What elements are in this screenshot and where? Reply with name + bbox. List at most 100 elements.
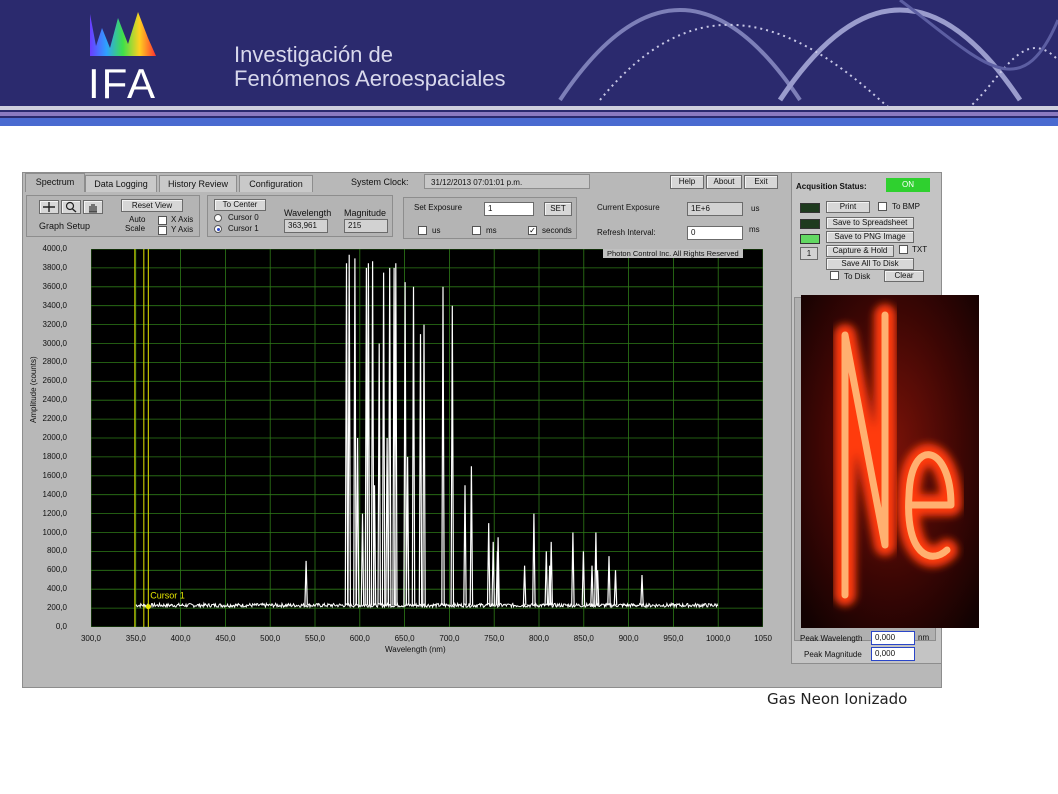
tab-configuration[interactable]: Configuration [239, 175, 313, 192]
exposure-panel: Set Exposure 1 SET us ms ✓ seconds [403, 197, 577, 239]
y-tick-label: 3800,0 [42, 262, 67, 272]
neon-sign-photo [801, 295, 979, 628]
set-exposure-input[interactable]: 1 [484, 202, 534, 216]
y-tick-label: 3600,0 [42, 281, 67, 291]
acquisition-status-indicator[interactable]: ON [886, 178, 930, 192]
x-tick-label: 700,0 [439, 634, 460, 643]
to-disk-checkbox[interactable] [830, 271, 839, 280]
y-axis-label: Y Axis [171, 225, 194, 234]
zoom-icon[interactable] [61, 200, 81, 214]
x-tick-label: 450,0 [215, 634, 236, 643]
cursor1-radio[interactable] [214, 225, 222, 233]
y-tick-label: 1400,0 [42, 489, 67, 499]
autoscale-label: Auto [129, 215, 146, 224]
x-tick-label: 500,0 [260, 634, 281, 643]
acquisition-status-label: Acqusition Status: [796, 182, 867, 191]
y-tick-label: 1000,0 [42, 527, 67, 537]
photo-caption: Gas Neon Ionizado [767, 690, 908, 708]
set-exposure-label: Set Exposure [414, 203, 463, 212]
refresh-interval-unit: ms [749, 225, 760, 234]
peak-wavelength-unit: nm [918, 633, 930, 642]
cursor-label: Cursor 1 [150, 591, 185, 601]
cursor0-radio[interactable] [214, 214, 222, 222]
current-exposure-value: 1E+6 [687, 202, 743, 216]
reset-view-button[interactable]: Reset View [121, 199, 183, 212]
y-axis-title: Amplitude (counts) [29, 356, 38, 423]
x-axis-title: Wavelength (nm) [385, 645, 446, 654]
cursor-magnitude-value: 215 [344, 219, 388, 233]
y-axis-autoscale-checkbox[interactable] [158, 226, 167, 235]
x-tick-label: 800,0 [528, 634, 550, 643]
x-tick-label: 750,0 [484, 634, 505, 643]
x-tick-label: 600,0 [349, 634, 370, 643]
y-tick-label: 400,0 [46, 584, 67, 594]
x-axis-autoscale-checkbox[interactable] [158, 216, 167, 225]
exit-button[interactable]: Exit [744, 175, 778, 189]
org-title-line2: Fenómenos Aeroespaciales [234, 66, 506, 91]
header-banner: IFA Investigación de Fenómenos Aeroespac… [0, 0, 1058, 126]
x-tick-label: 1000,0 [705, 634, 731, 643]
save-spreadsheet-button[interactable]: Save to Spreadsheet [826, 217, 914, 229]
tab-history-review[interactable]: History Review [159, 175, 237, 192]
cursor-panel: To Center Cursor 0 Cursor 1 Wavelength 3… [207, 195, 393, 237]
clear-button[interactable]: Clear [884, 270, 924, 282]
unit-ms-label: ms [486, 226, 497, 235]
wavelength-label: Wavelength [284, 208, 332, 218]
magnitude-label: Magnitude [344, 208, 387, 218]
graph-setup-panel: Graph Setup Reset View Auto Scale X Axis… [26, 195, 200, 237]
cursor1-label: Cursor 1 [228, 224, 259, 233]
txt-checkbox[interactable] [899, 245, 908, 254]
autoscale-label: Scale [125, 224, 146, 233]
banner-stripe [0, 106, 1058, 110]
graph-setup-label: Graph Setup [39, 221, 91, 231]
refresh-interval-label: Refresh Interval: [597, 228, 656, 237]
to-disk-label: To Disk [844, 272, 871, 281]
x-tick-label: 550,0 [304, 634, 326, 643]
txt-label: TXT [912, 245, 928, 254]
save-png-button[interactable]: Save to PNG Image [826, 231, 914, 243]
x-tick-label: 950,0 [663, 634, 684, 643]
system-clock-label: System Clock: [351, 177, 409, 187]
x-tick-label: 650,0 [394, 634, 415, 643]
current-exposure-unit: us [751, 204, 760, 213]
current-exposure-label: Current Exposure [597, 203, 660, 212]
unit-ms-checkbox[interactable] [472, 226, 481, 235]
help-button[interactable]: Help [670, 175, 704, 189]
unit-seconds-checkbox[interactable]: ✓ [528, 226, 537, 235]
crosshair-icon[interactable] [39, 200, 59, 214]
to-bmp-label: To BMP [892, 202, 921, 211]
spectrum-plot[interactable]: Cursor 1 [91, 249, 763, 627]
y-tick-label: 3000,0 [42, 338, 67, 348]
to-bmp-checkbox[interactable] [878, 202, 887, 211]
unit-us-label: us [432, 226, 441, 235]
capture-hold-button[interactable]: Capture & Hold [826, 245, 894, 257]
set-exposure-button[interactable]: SET [544, 202, 572, 216]
y-tick-label: 600,0 [46, 565, 67, 575]
print-led [800, 203, 820, 213]
y-tick-label: 3200,0 [42, 319, 67, 329]
save-all-to-disk-button[interactable]: Save All To Disk [826, 258, 914, 270]
pan-hand-icon[interactable] [83, 200, 103, 214]
x-tick-label: 1050 [754, 634, 772, 643]
cursor0-label: Cursor 0 [228, 213, 259, 222]
y-tick-label: 2000,0 [42, 433, 67, 442]
x-tick-label: 350,0 [125, 634, 146, 643]
y-tick-label: 4000,0 [42, 244, 67, 253]
y-tick-label: 200,0 [46, 603, 67, 613]
banner-stripe [0, 112, 1058, 116]
print-button[interactable]: Print [826, 201, 870, 213]
x-tick-label: 850,0 [573, 634, 594, 643]
tab-spectrum[interactable]: Spectrum [25, 173, 85, 192]
chart-watermark: Photon Control Inc. All Rights Reserved [603, 249, 743, 258]
peak-magnitude-label: Peak Magnitude [804, 650, 862, 659]
tab-data-logging[interactable]: Data Logging [85, 175, 157, 192]
to-center-button[interactable]: To Center [214, 199, 266, 211]
refresh-interval-input[interactable]: 0 [687, 226, 743, 240]
cursor-wavelength-value: 363,961 [284, 219, 328, 233]
peak-wavelength-label: Peak Wavelength [800, 634, 863, 643]
y-tick-label: 1200,0 [42, 508, 67, 518]
about-button[interactable]: About [706, 175, 742, 189]
unit-us-checkbox[interactable] [418, 226, 427, 235]
system-clock-value: 31/12/2013 07:01:01 p.m. [424, 174, 590, 189]
y-tick-label: 3400,0 [42, 300, 67, 310]
